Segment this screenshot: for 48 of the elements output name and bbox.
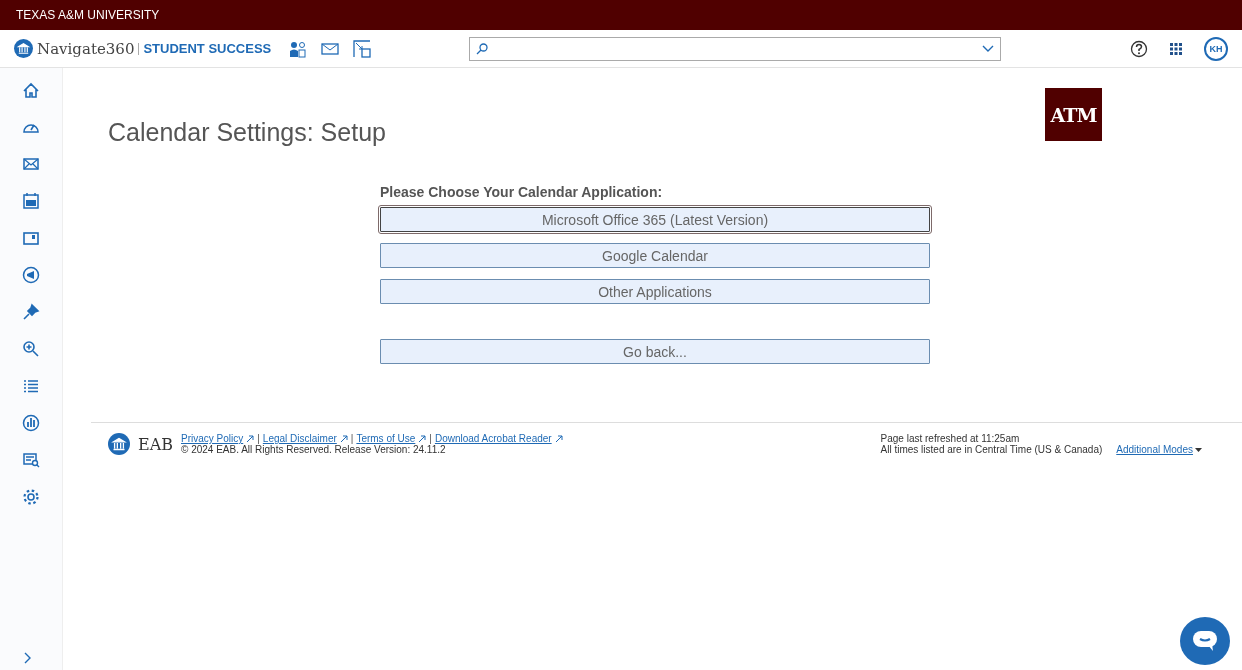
- eab-brand: EAB: [138, 435, 173, 454]
- eab-logo-icon: [108, 433, 130, 455]
- footer-link[interactable]: Terms of Use: [356, 433, 416, 444]
- calendar-option-button[interactable]: Microsoft Office 365 (Latest Version): [380, 207, 930, 232]
- search-field[interactable]: [469, 36, 1002, 61]
- chat-button[interactable]: [1180, 617, 1230, 665]
- pin-icon[interactable]: [21, 302, 41, 322]
- user-avatar[interactable]: KH: [1204, 36, 1228, 61]
- calendar-option-button[interactable]: Google Calendar: [380, 243, 930, 268]
- external-link-icon: [554, 434, 563, 443]
- chat-icon: [1192, 630, 1218, 652]
- caret-icon: [982, 44, 995, 53]
- apps-grid-icon[interactable]: [1170, 42, 1182, 55]
- copyright-text: © 2024 EAB. All Rights Reserved. Release Version: 24.11.2: [181, 444, 447, 455]
- search-icon: [476, 42, 489, 55]
- settings-icon[interactable]: [21, 487, 41, 507]
- report-icon[interactable]: [21, 450, 41, 470]
- institution-name: TEXAS A&M UNIVERSITY: [16, 8, 160, 22]
- prompt-label: Please Choose Your Calendar Application:: [380, 184, 664, 200]
- caret-icon: [1195, 447, 1202, 452]
- expand-icon[interactable]: [24, 652, 32, 664]
- mail-icon[interactable]: [321, 41, 340, 56]
- product-name: Navigate360: [37, 39, 135, 58]
- resize-icon[interactable]: [353, 39, 372, 58]
- logo-icon: [14, 39, 33, 58]
- separator: |: [350, 433, 354, 444]
- footer-link[interactable]: Legal Disclaimer: [262, 433, 337, 444]
- separator: |: [257, 433, 260, 444]
- refresh-time: Page last refreshed at 11:25am: [880, 433, 1020, 444]
- people-icon[interactable]: [289, 39, 308, 58]
- chart-icon[interactable]: [21, 413, 41, 433]
- footer-link[interactable]: Privacy Policy: [181, 433, 244, 444]
- footer-link[interactable]: Download Acrobat Reader: [434, 433, 552, 444]
- separator: |: [429, 433, 432, 444]
- calendar-option-button[interactable]: Other Applications: [380, 279, 930, 304]
- calendar-icon[interactable]: [21, 191, 41, 211]
- external-link-icon: [339, 434, 348, 443]
- product-area: STUDENT SUCCESS: [143, 41, 272, 56]
- home-icon[interactable]: [21, 80, 41, 100]
- timezone-note: All times listed are in Central Time (US & Canada): [880, 444, 1103, 455]
- external-link-icon: [246, 434, 255, 443]
- page-title: Calendar Settings: Setup: [108, 117, 386, 148]
- zoom-in-icon[interactable]: [21, 339, 41, 359]
- help-icon[interactable]: [1130, 39, 1148, 58]
- go-back-button[interactable]: Go back...: [380, 339, 930, 364]
- additional-modes-link[interactable]: Additional Modes: [1116, 444, 1193, 455]
- external-link-icon: [418, 434, 427, 443]
- university-logo: ATM: [1045, 88, 1102, 141]
